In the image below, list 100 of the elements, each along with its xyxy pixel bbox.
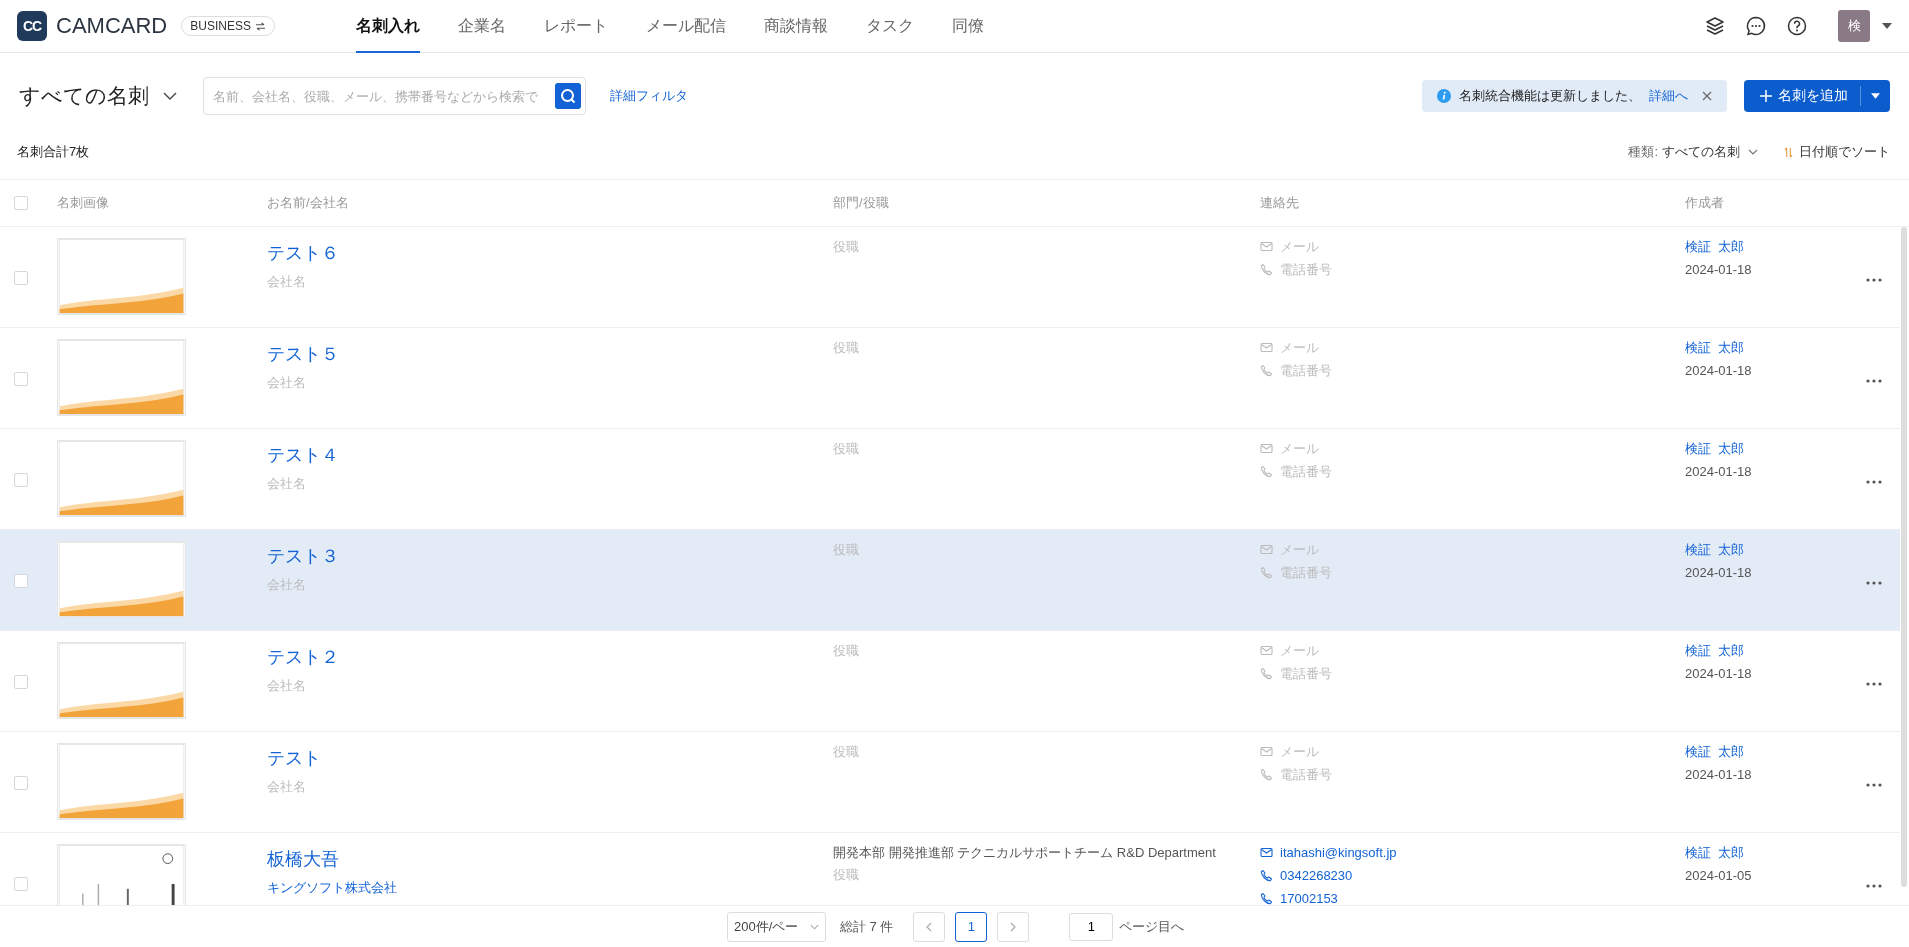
creator-name[interactable]: 検証 太郎 <box>1685 339 1866 357</box>
job-title: 役職 <box>833 866 860 884</box>
column-header: お名前/会社名 <box>267 195 349 210</box>
phone-icon <box>1260 667 1273 680</box>
caret-icon[interactable] <box>1882 23 1892 29</box>
view-title[interactable]: すべての名刺 <box>19 82 149 110</box>
brand-name: CAMCARD <box>56 13 168 39</box>
nav-tab[interactable]: 同僚 <box>932 0 1003 53</box>
row-checkbox[interactable] <box>14 776 28 790</box>
more-icon[interactable] <box>1866 378 1882 383</box>
row-checkbox[interactable] <box>14 372 28 386</box>
creator-name[interactable]: 検証 太郎 <box>1685 440 1866 458</box>
row-checkbox[interactable] <box>14 574 28 588</box>
sort-icon <box>1784 146 1793 158</box>
chevron-down-icon <box>1748 149 1758 155</box>
nav-tab[interactable]: 企業名 <box>438 0 525 53</box>
chat-icon[interactable] <box>1745 15 1767 37</box>
creator-name[interactable]: 検証 太郎 <box>1685 541 1866 559</box>
creator-name[interactable]: 検証 太郎 <box>1685 642 1866 660</box>
more-icon[interactable] <box>1866 580 1882 585</box>
business-card-thumbnail[interactable] <box>57 440 186 517</box>
phone-icon <box>1260 768 1273 781</box>
mail-icon <box>1260 745 1273 758</box>
more-icon[interactable] <box>1866 479 1882 484</box>
nav-tab[interactable]: 商談情報 <box>744 0 847 53</box>
more-icon[interactable] <box>1866 277 1882 282</box>
sort-button[interactable]: 日付順でソート <box>1784 143 1890 161</box>
row-checkbox[interactable] <box>14 675 28 689</box>
business-card-thumbnail[interactable] <box>57 541 186 618</box>
layers-icon[interactable] <box>1704 15 1726 37</box>
switch-icon <box>254 21 266 31</box>
page-number[interactable]: 1 <box>955 911 988 942</box>
phone-icon <box>1260 869 1273 882</box>
phone-number[interactable]: 17002153 <box>1280 891 1338 905</box>
company-name: 会社名 <box>267 374 307 392</box>
search-icon <box>560 88 576 104</box>
details-link[interactable]: 詳細へ <box>1649 87 1688 105</box>
contact-name[interactable]: テスト５ <box>267 342 833 366</box>
logo-icon: CC <box>17 11 47 41</box>
next-page-button[interactable] <box>997 911 1030 942</box>
company-name: 会社名 <box>267 677 307 695</box>
contact-name[interactable]: テスト <box>267 746 833 770</box>
creator-name[interactable]: 検証 太郎 <box>1685 743 1866 761</box>
mail-icon <box>1260 846 1273 859</box>
business-card-thumbnail[interactable] <box>57 743 186 820</box>
business-card-thumbnail[interactable] <box>57 339 186 416</box>
company-name[interactable]: キングソフト株式会社 <box>267 879 833 897</box>
plus-icon <box>1760 90 1772 102</box>
business-card-thumbnail[interactable] <box>57 238 186 315</box>
contact-name[interactable]: テスト４ <box>267 443 833 467</box>
search-field[interactable]: 名前、会社名、役職、メール、携帯番号などから検索で <box>203 77 586 115</box>
chevron-left-icon <box>926 921 933 932</box>
creator-name[interactable]: 検証 太郎 <box>1685 238 1866 256</box>
phone-number[interactable]: 0342268230 <box>1280 868 1353 883</box>
company-name: 会社名 <box>267 273 307 291</box>
more-icon[interactable] <box>1866 883 1882 888</box>
created-date: 2024-01-18 <box>1685 363 1753 378</box>
close-icon[interactable] <box>1702 91 1712 101</box>
phone-icon <box>1260 566 1273 579</box>
contact-name[interactable]: 板橋大吾 <box>267 847 833 871</box>
company-name: 会社名 <box>267 475 307 493</box>
page-jump-label: ページ目へ <box>1119 917 1185 936</box>
search-button[interactable] <box>555 83 581 109</box>
business-card-thumbnail[interactable] <box>57 642 186 719</box>
created-date: 2024-01-05 <box>1685 868 1753 883</box>
more-icon[interactable] <box>1866 681 1882 686</box>
column-header: 連絡先 <box>1260 195 1299 210</box>
card-count: 名刺合計7枚 <box>17 143 90 161</box>
business-card-thumbnail[interactable] <box>57 844 186 905</box>
created-date: 2024-01-18 <box>1685 666 1753 681</box>
previous-page-button[interactable] <box>913 911 946 942</box>
user-avatar[interactable]: 検 <box>1838 10 1870 42</box>
row-checkbox[interactable] <box>14 271 28 285</box>
phone-icon <box>1260 892 1273 905</box>
company-name: 会社名 <box>267 778 307 796</box>
created-date: 2024-01-18 <box>1685 565 1753 580</box>
nav-tab[interactable]: 名刺入れ <box>336 0 439 53</box>
help-icon[interactable] <box>1786 15 1808 37</box>
created-date: 2024-01-18 <box>1685 767 1753 782</box>
select-all-checkbox[interactable] <box>14 196 28 210</box>
row-checkbox[interactable] <box>14 473 28 487</box>
scrollbar[interactable] <box>1901 227 1907 887</box>
row-checkbox[interactable] <box>14 877 28 891</box>
nav-tab[interactable]: レポート <box>524 0 627 53</box>
nav-tab[interactable]: タスク <box>846 0 933 53</box>
contact-name[interactable]: テスト３ <box>267 544 833 568</box>
type-filter[interactable]: 種類: すべての名刺 <box>1628 143 1758 161</box>
column-header: 名刺画像 <box>57 195 109 210</box>
filter-link[interactable]: 詳細フィルタ <box>610 87 688 105</box>
page-size-select[interactable]: 200件/ペー <box>727 911 826 942</box>
nav-tab[interactable]: メール配信 <box>626 0 745 53</box>
phone-number: 電話番号 <box>1280 260 1332 279</box>
email-text[interactable]: itahashi@kingsoft.jp <box>1280 845 1397 860</box>
add-card-button[interactable]: 名刺を追加 <box>1744 80 1890 112</box>
more-icon[interactable] <box>1866 782 1882 787</box>
contact-name[interactable]: テスト２ <box>267 645 833 669</box>
page-jump-field[interactable]: 1 <box>1069 912 1114 941</box>
chevron-down-icon[interactable] <box>163 92 177 100</box>
contact-name[interactable]: テスト６ <box>267 241 833 265</box>
creator-name[interactable]: 検証 太郎 <box>1685 844 1866 862</box>
